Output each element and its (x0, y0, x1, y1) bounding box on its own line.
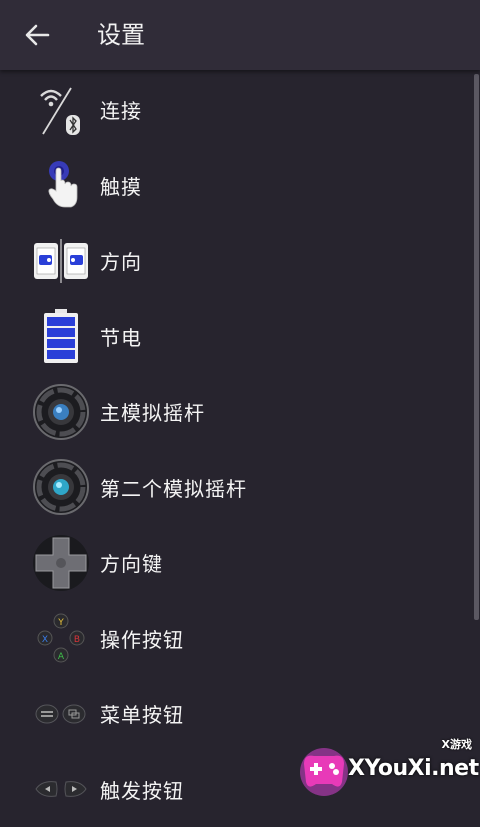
settings-item-label: 节电 (100, 322, 142, 351)
settings-item-orientation[interactable]: 方向 (0, 223, 474, 299)
settings-item-power-saving[interactable]: 节电 (0, 299, 474, 375)
second-analog-stick-icon (30, 456, 92, 518)
arrow-back-icon (24, 23, 50, 47)
settings-item-connection[interactable]: 连接 (0, 72, 474, 148)
page-title: 设置 (97, 18, 145, 52)
settings-item-second-analog-stick[interactable]: 第二个模拟摇杆 (0, 450, 474, 526)
touch-hand-icon (30, 154, 92, 216)
watermark: X游戏 XYouXi.net (296, 734, 480, 800)
wifi-bluetooth-icon (30, 79, 92, 141)
settings-list: 连接 触摸 方向 (0, 72, 474, 827)
svg-text:B: B (74, 635, 80, 645)
settings-item-label: 主模拟摇杆 (100, 397, 205, 426)
watermark-brand: XYouXi.net (348, 756, 479, 781)
gamepad-logo-icon (296, 734, 356, 800)
settings-item-analog-stick[interactable]: 主模拟摇杆 (0, 374, 474, 450)
settings-item-label: 方向键 (100, 548, 163, 577)
back-button[interactable] (22, 20, 52, 50)
svg-text:Y: Y (57, 618, 64, 628)
settings-item-label: 触发按钮 (100, 775, 184, 804)
settings-item-label: 方向 (100, 246, 142, 275)
settings-item-label: 操作按钮 (100, 624, 184, 653)
svg-text:X: X (42, 635, 48, 645)
settings-item-label: 触摸 (100, 171, 142, 200)
settings-item-action-buttons[interactable]: Y X B A 操作按钮 (0, 601, 474, 677)
settings-item-label: 第二个模拟摇杆 (100, 473, 247, 502)
action-buttons-icon: Y X B A (30, 607, 92, 669)
analog-stick-icon (30, 381, 92, 443)
menu-buttons-icon (30, 683, 92, 745)
battery-icon (30, 305, 92, 367)
watermark-tag: X游戏 (442, 736, 472, 752)
settings-item-dpad[interactable]: 方向键 (0, 525, 474, 601)
dpad-icon (30, 532, 92, 594)
orientation-icon (30, 230, 92, 292)
settings-item-label: 连接 (100, 95, 142, 124)
app-bar: 设置 (0, 0, 480, 70)
scrollbar[interactable] (474, 74, 479, 620)
settings-item-label: 菜单按钮 (100, 699, 184, 728)
svg-text:A: A (58, 652, 65, 662)
settings-item-touch[interactable]: 触摸 (0, 148, 474, 224)
trigger-buttons-icon (30, 758, 92, 820)
